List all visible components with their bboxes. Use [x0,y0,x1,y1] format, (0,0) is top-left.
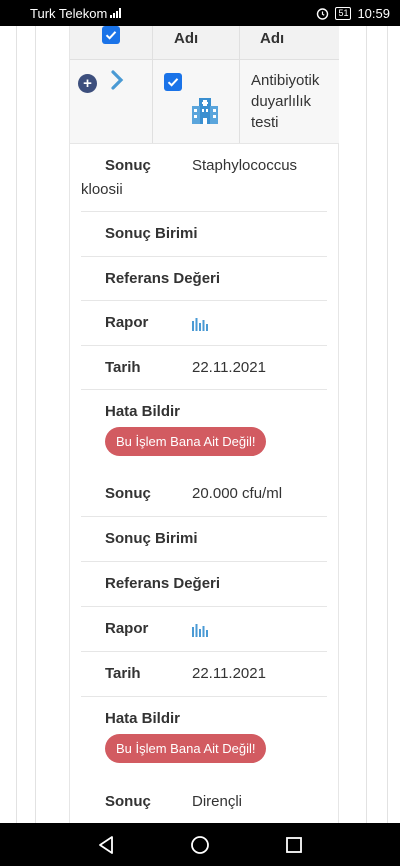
unit-row: Sonuç Birimi [81,517,327,562]
report-row: Rapor [81,607,327,652]
report-label: Rapor [105,620,149,637]
select-all-checkbox[interactable] [102,26,120,44]
reference-row: Referans Değeri [81,562,327,607]
carrier-name: Turk Telekom [30,5,108,21]
reference-row: Referans Değeri [81,257,327,301]
divider [35,26,36,823]
result-row: Sonuç Dirençli [81,779,327,823]
carrier-area: Turk Telekom [30,6,316,21]
header-name-2[interactable]: Adı [240,26,339,59]
navigation-bar [0,823,400,866]
check-icon [167,78,179,87]
page-content[interactable]: Adı Adı + Antibiyotik duyarlılık testi S… [0,26,400,823]
clock: 10:59 [357,5,390,21]
result-value: Dirençli [192,793,243,810]
report-row: Rapor [81,301,327,346]
back-icon[interactable] [97,835,115,855]
header-name-1[interactable]: Adı [153,26,240,59]
date-label: Tarih [105,665,141,682]
date-value: 22.11.2021 [192,665,266,682]
unit-label: Sonuç Birimi [105,530,198,547]
result-value: Staphylococcus kloosii [81,157,298,198]
date-row: Tarih 22.11.2021 [81,652,327,697]
expand-plus-icon[interactable]: + [78,74,97,93]
divider [387,26,388,823]
unit-label: Sonuç Birimi [105,225,198,242]
report-label: Rapor [105,314,149,331]
reference-label: Referans Değeri [105,270,221,287]
table-header: Adı Adı [70,26,339,60]
divider [366,26,367,823]
error-report-label: Hata Bildir [105,403,181,420]
error-report-row: Hata Bildir Bu İşlem Bana Ait Değil! [81,390,327,470]
status-right: 51 10:59 [316,6,390,21]
signal-icon [110,8,122,18]
unit-row: Sonuç Birimi [81,212,327,257]
reference-label: Referans Değeri [105,575,221,592]
battery-icon: 51 [335,6,352,20]
not-mine-button[interactable]: Bu İşlem Bana Ait Değil! [105,734,267,763]
row-checkbox[interactable] [164,73,182,91]
check-icon [105,31,117,40]
result-label: Sonuç [105,793,151,810]
results-panel: Adı Adı + Antibiyotik duyarlılık testi S… [69,26,339,823]
status-bar: Turk Telekom 51 10:59 [0,0,400,26]
error-report-row: Hata Bildir Bu İşlem Bana Ait Değil! [81,697,327,777]
alarm-icon [317,7,329,20]
chevron-right-icon[interactable] [110,70,124,90]
error-report-label: Hata Bildir [105,710,181,727]
date-value: 22.11.2021 [192,359,266,376]
header-select-cell [70,26,153,59]
hospital-icon [192,98,218,124]
not-mine-button[interactable]: Bu İşlem Bana Ait Değil! [105,427,267,456]
result-row: Sonuç 20.000 cfu/ml [81,472,327,517]
home-icon[interactable] [190,835,210,855]
report-chart-icon[interactable] [192,316,208,331]
test-name-cell: Antibiyotik duyarlılık testi [251,72,320,131]
divider [16,26,17,823]
result-value: 20.000 cfu/ml [192,485,283,502]
row-select-cell [153,60,240,143]
recents-icon[interactable] [285,836,303,854]
result-label: Sonuç [105,485,151,502]
table-row: + Antibiyotik duyarlılık testi [70,60,339,144]
row-controls-cell: + [70,60,153,143]
report-chart-icon[interactable] [192,622,208,637]
date-label: Tarih [105,359,141,376]
date-row: Tarih 22.11.2021 [81,346,327,390]
result-value-wrap: Staphylococcus kloosii [81,154,327,202]
